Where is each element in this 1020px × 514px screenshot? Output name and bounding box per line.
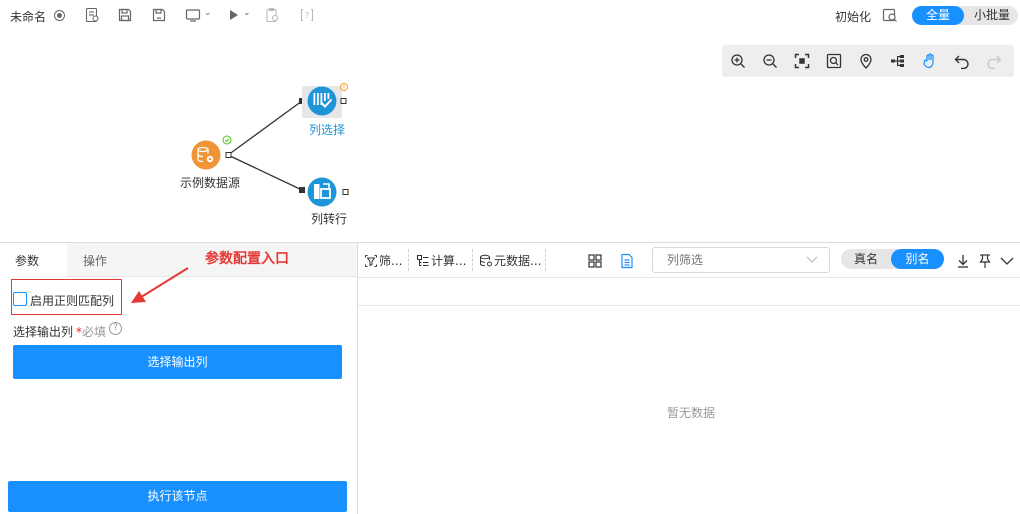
- node-label-column-to-row: 列转行: [311, 212, 348, 226]
- tab-params[interactable]: 参数: [0, 243, 67, 277]
- name-alias-toggle[interactable]: 真名 别名: [841, 249, 944, 269]
- output-port[interactable]: [225, 152, 232, 158]
- tab-operations[interactable]: 操作: [83, 243, 107, 277]
- database-gear-icon: [191, 140, 221, 170]
- download-icon[interactable]: [955, 253, 971, 269]
- node-label-column-select: 列选择: [309, 123, 346, 137]
- save-as-icon[interactable]: [151, 7, 167, 23]
- run-dropdown-chevron-icon[interactable]: ⌄: [243, 8, 251, 18]
- metadata-label: 元数据...: [494, 254, 542, 268]
- required-hint: *必填: [76, 323, 106, 340]
- pin-icon[interactable]: [977, 253, 993, 269]
- flow-node-column-to-row[interactable]: [307, 177, 349, 207]
- regex-match-label[interactable]: 启用正则匹配列: [30, 292, 114, 309]
- question-circle-icon[interactable]: ?: [109, 322, 122, 335]
- screen-dropdown-chevron-icon[interactable]: ⌄: [204, 8, 212, 18]
- help-bracket-icon[interactable]: ?: [299, 7, 315, 23]
- edge-source-to-column-select[interactable]: [227, 100, 303, 156]
- properties-panel: 参数 操作 参数配置入口 启用正则匹配列 选择输出列 *必填 ? 选择输出列 执…: [0, 243, 357, 514]
- filter-icon: [365, 255, 377, 267]
- data-preview-panel: 筛... 计算... 元数据... 真名 别名: [358, 243, 1020, 514]
- top-toolbar: 未命名 ⌄ ⌄ ? 初始化 全量 小批量: [0, 0, 1020, 32]
- svg-text:?: ?: [305, 11, 309, 20]
- preview-toolbar: 筛... 计算... 元数据... 真名 别名: [358, 243, 1020, 278]
- flow-node-source[interactable]: [191, 135, 232, 170]
- collapse-chevron-icon[interactable]: [999, 253, 1015, 269]
- toolbar-separator: [545, 249, 546, 271]
- document-title[interactable]: 未命名: [10, 8, 46, 25]
- output-port[interactable]: [340, 98, 347, 104]
- toolbar-separator: [472, 249, 473, 271]
- input-port[interactable]: [299, 187, 305, 193]
- run-icon[interactable]: [226, 7, 242, 23]
- save-icon[interactable]: [117, 7, 133, 23]
- init-refresh-icon[interactable]: [882, 7, 898, 23]
- grid-view-icon[interactable]: [587, 253, 603, 269]
- status-dot-icon: [54, 10, 65, 21]
- chevron-down-icon[interactable]: [805, 252, 819, 266]
- select-output-columns-button[interactable]: 选择输出列: [13, 345, 342, 379]
- mode-full-option[interactable]: 全量: [912, 6, 964, 25]
- column-filter-select[interactable]: [652, 247, 830, 273]
- toolbar-separator: [408, 249, 409, 271]
- metadata-button[interactable]: 元数据...: [479, 252, 541, 269]
- clipboard-settings-icon[interactable]: [264, 7, 280, 23]
- success-check-icon: [222, 135, 232, 145]
- metadata-icon: [480, 254, 492, 267]
- screen-icon[interactable]: [185, 7, 201, 23]
- properties-icon[interactable]: [84, 7, 100, 23]
- mode-small-batch-option[interactable]: 小批量: [966, 6, 1018, 25]
- document-view-icon[interactable]: [619, 253, 635, 269]
- output-port[interactable]: [342, 189, 349, 195]
- annotation-arrow-icon: [131, 267, 189, 303]
- compute-button[interactable]: 计算...: [416, 252, 466, 269]
- node-label-source: 示例数据源: [180, 176, 241, 190]
- real-name-option[interactable]: 真名: [841, 249, 891, 269]
- annotation-text: 参数配置入口: [205, 251, 289, 267]
- column-to-row-icon: [307, 177, 337, 207]
- required-text: 必填: [82, 325, 107, 339]
- filter-label: 筛...: [379, 254, 403, 268]
- output-columns-label: 选择输出列: [13, 325, 74, 339]
- run-mode-toggle[interactable]: 全量 小批量: [912, 6, 1018, 25]
- init-label[interactable]: 初始化: [835, 8, 871, 25]
- empty-state-text: 暂无数据: [667, 406, 716, 420]
- flow-canvas[interactable]: [0, 32, 1020, 242]
- compute-icon: [417, 255, 429, 266]
- flow-node-column-select[interactable]: [302, 83, 348, 119]
- compute-label: 计算...: [431, 254, 467, 268]
- alias-option[interactable]: 别名: [891, 249, 944, 269]
- filter-button[interactable]: 筛...: [364, 252, 402, 269]
- execute-node-button[interactable]: 执行该节点: [8, 481, 347, 512]
- preview-header-row: [358, 278, 1020, 306]
- regex-match-checkbox[interactable]: [13, 292, 27, 306]
